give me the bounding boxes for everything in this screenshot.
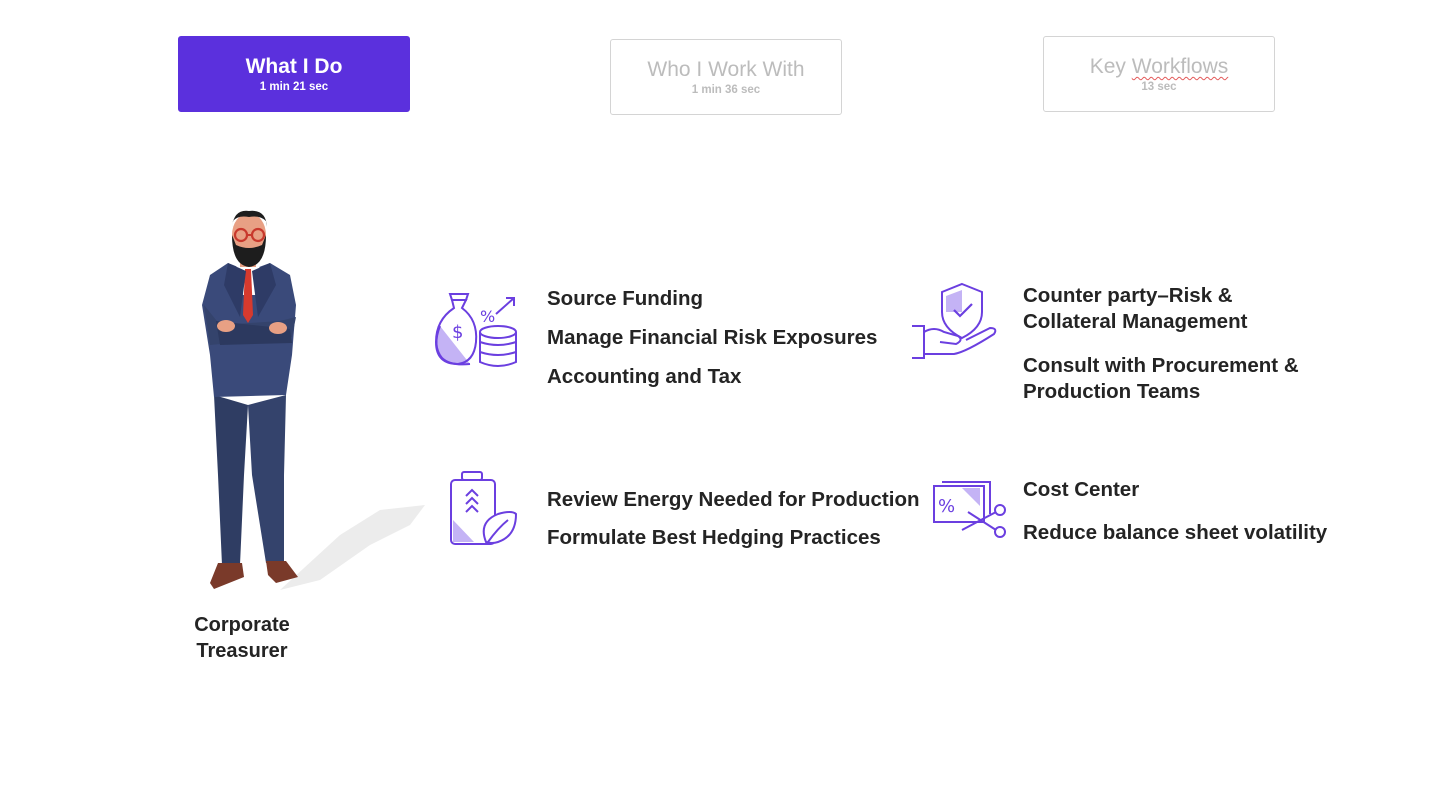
- item-counterparty-risk-2: Collateral Management: [1023, 310, 1248, 333]
- item-counterparty-risk-1: Counter party–Risk &: [1023, 284, 1233, 307]
- svg-text:$: $: [452, 322, 463, 343]
- corporate-treasurer-illustration: [202, 210, 425, 590]
- item-formulate-hedging: Formulate Best Hedging Practices: [547, 526, 881, 549]
- svg-text:%: %: [480, 307, 495, 326]
- persona-caption-line1: Corporate: [194, 614, 290, 636]
- tab-title: What I Do: [245, 55, 343, 78]
- svg-text:%: %: [938, 496, 955, 517]
- item-reduce-volatility: Reduce balance sheet volatility: [1023, 521, 1328, 544]
- money-bag-coins-percent-icon: $ %: [434, 293, 517, 367]
- tab-duration: 1 min 36 sec: [691, 84, 761, 96]
- spellcheck-underline: Workflows: [1131, 55, 1229, 78]
- tab-key-workflows[interactable]: Key Workflows 13 sec: [1043, 36, 1275, 112]
- item-consult-procurement-2: Production Teams: [1023, 380, 1201, 403]
- tab-who-i-work-with[interactable]: Who I Work With 1 min 36 sec: [610, 39, 842, 115]
- percent-tag-scissors-icon: %: [933, 481, 1006, 538]
- item-accounting-tax: Accounting and Tax: [547, 365, 742, 388]
- item-source-funding: Source Funding: [547, 287, 704, 310]
- item-manage-financial-risk: Manage Financial Risk Exposures: [547, 326, 878, 349]
- battery-leaf-icon: [450, 471, 518, 545]
- item-cost-center: Cost Center: [1023, 478, 1140, 501]
- tab-duration: 1 min 21 sec: [259, 81, 329, 93]
- hand-shield-check-icon: [912, 282, 997, 359]
- tab-duration: 13 sec: [1141, 81, 1177, 93]
- item-consult-procurement-1: Consult with Procurement &: [1023, 354, 1299, 377]
- tab-title: Key Workflows: [1089, 55, 1229, 78]
- tab-title: Who I Work With: [647, 58, 805, 81]
- persona-caption: Corporate Treasurer: [160, 612, 324, 664]
- tab-what-i-do[interactable]: What I Do 1 min 21 sec: [178, 36, 410, 112]
- item-review-energy: Review Energy Needed for Production: [547, 488, 920, 511]
- persona-caption-line2: Treasurer: [196, 640, 288, 662]
